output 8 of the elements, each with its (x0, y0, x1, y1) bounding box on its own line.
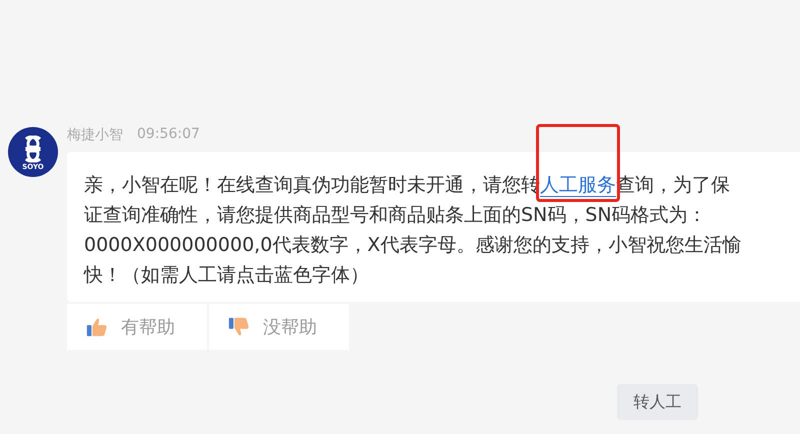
thumbs-down-icon (227, 316, 251, 338)
not-helpful-button[interactable]: 没帮助 (209, 304, 349, 350)
message-time: 09:56:07 (137, 126, 200, 144)
sender-name: 梅捷小智 (67, 126, 123, 145)
transfer-button[interactable]: 转人工 (617, 384, 698, 420)
thumbs-up-icon (85, 316, 109, 338)
human-service-link[interactable]: 人工服务 (540, 174, 616, 196)
helpful-button[interactable]: 有帮助 (67, 304, 207, 350)
